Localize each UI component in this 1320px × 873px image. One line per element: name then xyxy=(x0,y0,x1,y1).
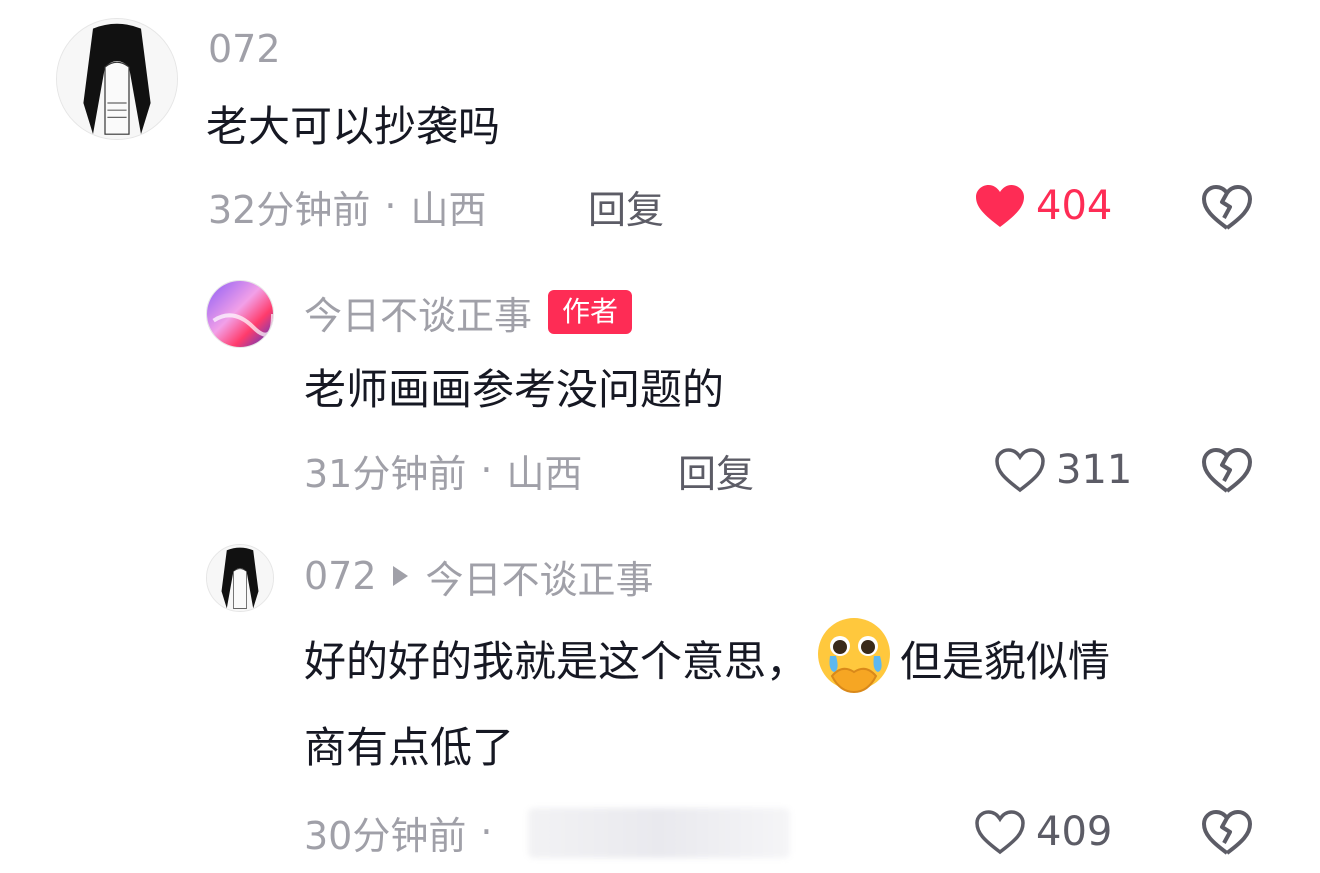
username[interactable]: 072 今日不谈正事 xyxy=(304,549,654,604)
like-button[interactable]: 311 xyxy=(994,440,1132,500)
reply-to-username[interactable]: 今日不谈正事 xyxy=(426,549,654,604)
reply-button[interactable]: 回复 xyxy=(678,440,754,500)
like-count: 409 xyxy=(1036,809,1113,855)
separator-dot: · xyxy=(480,810,493,854)
heart-filled-icon xyxy=(976,185,1024,227)
broken-heart-icon[interactable] xyxy=(1200,805,1254,859)
heart-outline-icon xyxy=(975,810,1025,855)
username-text[interactable]: 072 xyxy=(208,27,281,71)
comment-text-part: 商有点低了 xyxy=(304,723,515,772)
comment-meta: 30分钟前 · xyxy=(304,802,506,862)
heart-outline-icon xyxy=(995,448,1045,493)
comment-meta: 31分钟前 · 山西 xyxy=(304,440,582,500)
comment-text: 老师画画参考没问题的 xyxy=(304,365,725,414)
location: 山西 xyxy=(506,451,583,496)
comment-text-part: 好的好的我就是这个意思， xyxy=(304,637,809,686)
username[interactable]: 072 xyxy=(208,24,281,74)
username-text[interactable]: 今日不谈正事 xyxy=(304,285,532,340)
timestamp: 32分钟前 xyxy=(208,187,371,232)
avatar[interactable] xyxy=(206,544,274,612)
comment-text: 老大可以抄袭吗 xyxy=(206,102,501,151)
comment-meta: 32分钟前 · 山西 xyxy=(208,176,486,236)
timestamp: 30分钟前 xyxy=(304,813,467,858)
like-button[interactable]: 409 xyxy=(974,802,1112,862)
timestamp: 31分钟前 xyxy=(304,451,467,496)
separator-dot: · xyxy=(480,448,493,492)
comment-text-part: 但是貌似情 xyxy=(900,637,1111,686)
comment-text: 好的好的我就是这个意思， 但是貌似情 商有点低了 xyxy=(304,614,1110,791)
location: 山西 xyxy=(410,187,487,232)
like-count: 311 xyxy=(1056,447,1133,493)
username-text[interactable]: 072 xyxy=(304,554,377,598)
watermark-overlay xyxy=(528,808,790,858)
reply-button[interactable]: 回复 xyxy=(588,176,664,236)
reply-arrow-icon xyxy=(392,566,408,586)
separator-dot: · xyxy=(384,184,397,228)
broken-heart-icon[interactable] xyxy=(1200,180,1254,234)
broken-heart-icon[interactable] xyxy=(1200,443,1254,497)
author-badge: 作者 xyxy=(548,290,633,334)
crying-face-emoji-icon xyxy=(818,618,891,694)
username[interactable]: 今日不谈正事 作者 xyxy=(304,285,633,340)
like-count: 404 xyxy=(1036,183,1113,229)
avatar[interactable] xyxy=(56,18,178,140)
like-button[interactable]: 404 xyxy=(974,176,1112,236)
avatar[interactable] xyxy=(206,280,274,348)
